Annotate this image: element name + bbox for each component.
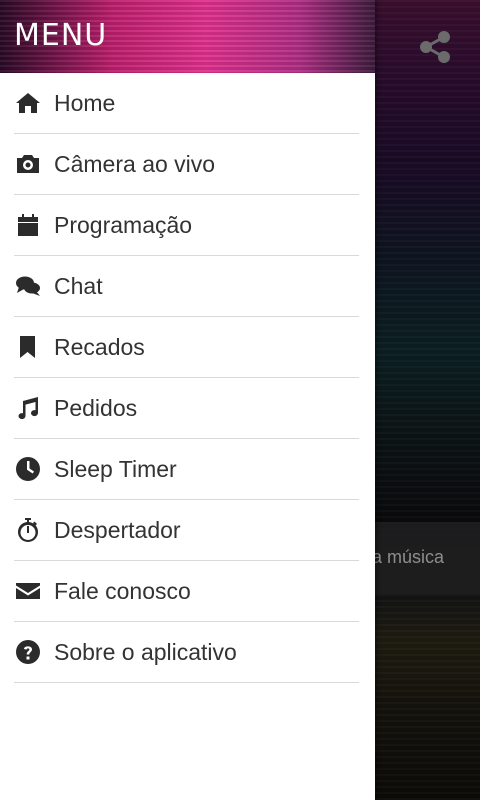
menu-item-alarm[interactable]: Despertador bbox=[14, 500, 359, 561]
menu-item-about[interactable]: Sobre o aplicativo bbox=[14, 622, 359, 683]
menu-item-label: Recados bbox=[54, 333, 145, 360]
menu-item-label: Home bbox=[54, 89, 116, 116]
question-circle-icon bbox=[14, 638, 42, 666]
share-icon[interactable] bbox=[418, 30, 452, 64]
menu-item-messages[interactable]: Recados bbox=[14, 317, 359, 378]
bookmark-icon bbox=[14, 333, 42, 361]
menu-item-chat[interactable]: Chat bbox=[14, 256, 359, 317]
menu-item-schedule[interactable]: Programação bbox=[14, 195, 359, 256]
app-screen: a música MENU Home Câmera ao vivo Progra… bbox=[0, 0, 480, 800]
menu-item-camera[interactable]: Câmera ao vivo bbox=[14, 134, 359, 195]
menu-item-home[interactable]: Home bbox=[14, 73, 359, 134]
menu-item-label: Programação bbox=[54, 211, 193, 238]
menu-list: Home Câmera ao vivo Programação Chat Rec… bbox=[0, 73, 375, 683]
menu-item-label: Câmera ao vivo bbox=[54, 150, 216, 177]
menu-item-label: Chat bbox=[54, 272, 103, 299]
menu-item-contact[interactable]: Fale conosco bbox=[14, 561, 359, 622]
calendar-icon bbox=[14, 211, 42, 239]
clock-icon bbox=[14, 455, 42, 483]
now-playing-text: a música bbox=[375, 547, 444, 567]
camera-icon bbox=[14, 150, 42, 178]
music-note-icon bbox=[14, 394, 42, 422]
home-icon bbox=[14, 89, 42, 117]
stopwatch-icon bbox=[14, 516, 42, 544]
menu-item-label: Pedidos bbox=[54, 394, 138, 421]
now-playing-text-clip: a música bbox=[375, 522, 480, 594]
drawer-header: MENU bbox=[0, 0, 375, 73]
menu-item-label: Despertador bbox=[54, 516, 181, 543]
menu-item-requests[interactable]: Pedidos bbox=[14, 378, 359, 439]
menu-item-label: Sobre o aplicativo bbox=[54, 638, 237, 665]
chat-icon bbox=[14, 272, 42, 300]
navigation-drawer: MENU Home Câmera ao vivo Programação Cha… bbox=[0, 0, 375, 800]
drawer-title: MENU bbox=[14, 18, 108, 53]
menu-item-label: Sleep Timer bbox=[54, 455, 177, 482]
envelope-icon bbox=[14, 577, 42, 605]
menu-item-label: Fale conosco bbox=[54, 577, 191, 604]
menu-item-sleep-timer[interactable]: Sleep Timer bbox=[14, 439, 359, 500]
